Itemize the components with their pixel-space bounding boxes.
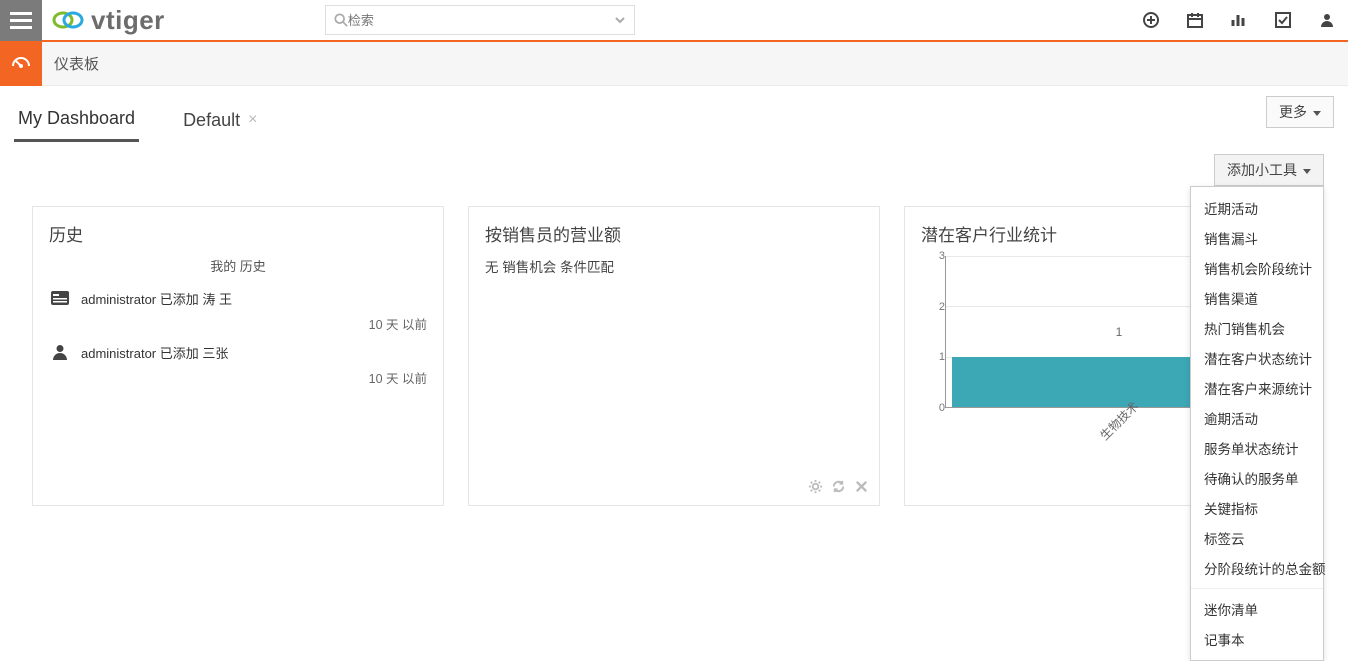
widget-menu-item[interactable]: 潜在客户状态统计 [1191,343,1323,373]
contact-card-icon [49,289,71,307]
caret-down-icon [1303,169,1311,174]
history-timestamp: 10 天 以前 [49,368,427,387]
widget-menu-item[interactable]: 近期活动 [1191,193,1323,223]
bar-value-label: 1 [1116,325,1123,339]
search-icon [334,13,348,27]
top-bar: vtiger [0,0,1348,42]
history-text: administrator 已添加 三张 [81,343,228,362]
chevron-down-icon[interactable] [614,14,626,26]
history-item[interactable]: administrator 已添加 涛 王 [49,289,427,308]
close-icon[interactable]: × [248,111,257,129]
widget-sales-by-rep: 按销售员的营业额 无 销售机会 条件匹配 [468,206,880,506]
search-input[interactable] [348,13,614,28]
tab-default[interactable]: Default × [179,104,261,141]
calendar-button[interactable] [1186,11,1204,29]
user-icon [49,343,71,361]
main-menu-button[interactable] [0,0,42,41]
caret-down-icon [1313,111,1321,116]
widget-menu-item[interactable]: 分阶段统计的总金额 [1191,553,1323,583]
global-search[interactable] [325,5,635,35]
add-widget-dropdown: 近期活动销售漏斗销售机会阶段统计销售渠道热门销售机会潜在客户状态统计潜在客户来源… [1190,186,1324,661]
widget-menu-item[interactable]: 销售渠道 [1191,283,1323,313]
widget-actions [808,479,869,497]
widget-title: 历史 [49,221,427,246]
close-icon[interactable] [854,479,869,497]
widget-menu-item[interactable]: 热门销售机会 [1191,313,1323,343]
widget-title: 按销售员的营业额 [485,221,863,246]
dashboard-icon[interactable] [0,42,42,86]
tab-label: My Dashboard [18,108,135,129]
widget-menu-item[interactable]: 潜在客户来源统计 [1191,373,1323,403]
history-timestamp: 10 天 以前 [49,314,427,333]
history-text: administrator 已添加 涛 王 [81,289,232,308]
history-list: administrator 已添加 涛 王 10 天 以前 administrato… [49,289,427,387]
history-subtitle: 我的 历史 [49,256,427,275]
add-widget-button[interactable]: 添加小工具 [1214,154,1324,186]
tasks-button[interactable] [1274,11,1292,29]
module-title: 仪表板 [54,53,99,74]
add-widget-label: 添加小工具 [1227,162,1297,178]
widget-menu-item[interactable]: 服务单状态统计 [1191,433,1323,463]
widget-menu-item[interactable]: 迷你清单 [1191,594,1323,624]
widget-menu-item[interactable]: 记事本 [1191,624,1323,654]
user-menu-button[interactable] [1318,11,1336,29]
reports-button[interactable] [1230,11,1248,29]
tab-label: Default [183,110,240,131]
app-logo[interactable]: vtiger [52,5,165,36]
widgets-container: 历史 我的 历史 administrator 已添加 涛 王10 天 以前adm… [0,190,1348,522]
module-bar: 仪表板 [0,42,1348,86]
gear-icon[interactable] [808,479,823,497]
history-item[interactable]: administrator 已添加 三张 [49,343,427,362]
widget-menu-item[interactable]: 销售机会阶段统计 [1191,253,1323,283]
dashboard-tabs: My Dashboard Default × 更多 [0,86,1348,142]
logo-icon [52,8,86,32]
widget-history: 历史 我的 历史 administrator 已添加 涛 王10 天 以前adm… [32,206,444,506]
widget-toolbar: 添加小工具 近期活动销售漏斗销售机会阶段统计销售渠道热门销售机会潜在客户状态统计… [0,142,1348,190]
top-icon-bar [1142,11,1336,29]
refresh-icon[interactable] [831,479,846,497]
widget-menu-item[interactable]: 待确认的服务单 [1191,463,1323,493]
widget-menu-item[interactable]: 销售漏斗 [1191,223,1323,253]
more-label: 更多 [1279,104,1307,120]
widget-menu-item[interactable]: 关键指标 [1191,493,1323,523]
tab-my-dashboard[interactable]: My Dashboard [14,102,139,142]
more-tabs-button[interactable]: 更多 [1266,96,1334,128]
chart-y-axis: 0123 [927,256,945,408]
menu-divider [1191,588,1323,589]
logo-text: vtiger [91,5,165,36]
widget-menu-item[interactable]: 逾期活动 [1191,403,1323,433]
widget-menu-item[interactable]: 标签云 [1191,523,1323,553]
quick-create-button[interactable] [1142,11,1160,29]
empty-message: 无 销售机会 条件匹配 [485,256,863,276]
